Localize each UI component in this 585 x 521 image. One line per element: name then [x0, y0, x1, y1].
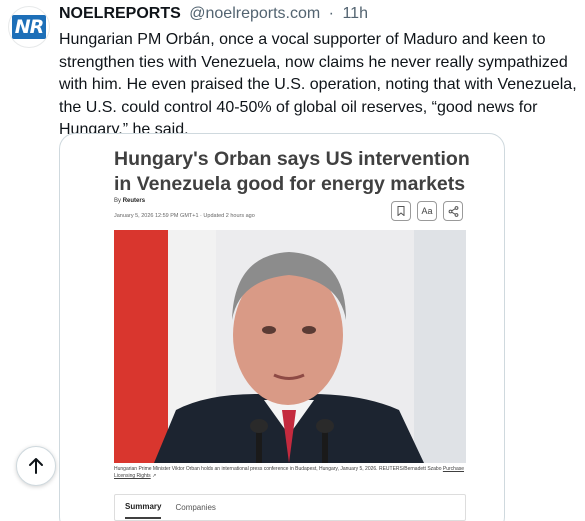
byline: By Reuters [114, 198, 145, 204]
tweet-text: Hungarian PM Orbán, once a vocal support… [59, 31, 577, 138]
tab-summary[interactable]: Summary [125, 496, 162, 519]
tweet-header: NOELREPORTS @noelreports.com · 11h [59, 5, 368, 23]
bookmark-icon [397, 206, 405, 216]
photo-illustration [114, 230, 466, 463]
share-icon [448, 205, 458, 217]
arrow-up-icon [29, 458, 43, 474]
share-button[interactable] [443, 201, 463, 221]
text-size-label: Aa [421, 206, 433, 216]
bookmark-button[interactable] [391, 201, 411, 221]
dateline: January 5, 2026 12:59 PM GMT+1 · Updated… [114, 213, 255, 219]
scroll-to-top-button[interactable] [16, 446, 56, 486]
avatar-logo: NR [11, 15, 47, 39]
tab-companies[interactable]: Companies [175, 497, 215, 518]
article-photo [114, 230, 466, 463]
article-card[interactable]: Hungary's Orban says US intervention in … [59, 133, 505, 521]
avatar[interactable]: NR [8, 6, 50, 48]
article-tabs: Summary Companies [114, 494, 466, 521]
separator: · [328, 5, 334, 22]
byline-prefix: By [114, 198, 122, 204]
caption-text: Hungarian Prime Minister Viktor Orban ho… [114, 466, 442, 472]
display-name[interactable]: NOELREPORTS [59, 5, 181, 22]
article-headline: Hungary's Orban says US intervention in … [114, 148, 470, 195]
text-size-button[interactable]: Aa [417, 201, 437, 221]
photo-caption: Hungarian Prime Minister Viktor Orban ho… [114, 466, 466, 480]
external-link-icon: ↗ [152, 473, 157, 479]
byline-source: Reuters [122, 198, 146, 204]
article-tools: Aa [391, 201, 463, 221]
handle[interactable]: @noelreports.com [189, 5, 320, 22]
timestamp[interactable]: 11h [342, 5, 368, 22]
